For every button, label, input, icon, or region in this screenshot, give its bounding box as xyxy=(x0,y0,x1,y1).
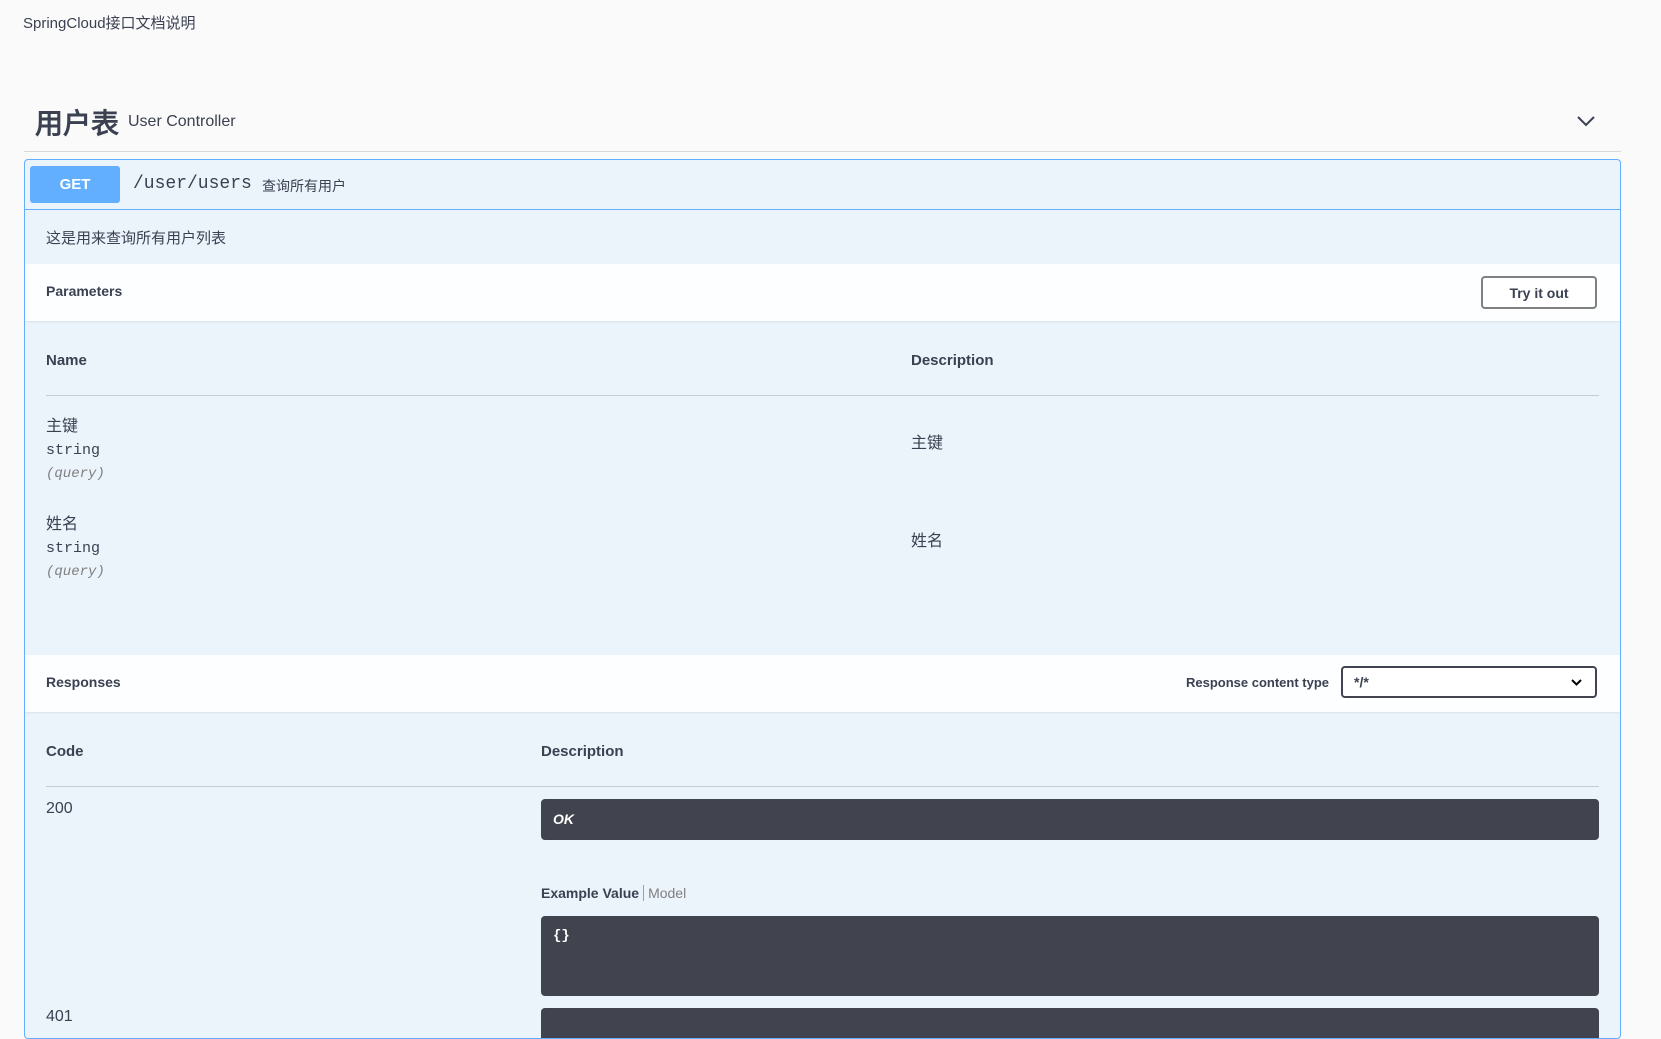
param-col-description: Description xyxy=(911,352,994,369)
chevron-down-icon xyxy=(1571,679,1582,686)
content-type-select[interactable]: */* xyxy=(1341,666,1597,698)
operation-summary-text: 查询所有用户 xyxy=(262,178,346,194)
content-type-label: Response content type xyxy=(1185,675,1329,690)
example-tabs: Example Value Model xyxy=(541,885,686,901)
operation-summary[interactable]: GET /user/users 查询所有用户 xyxy=(25,160,1620,210)
chevron-down-icon[interactable] xyxy=(1575,110,1597,132)
response-code: 401 xyxy=(46,1008,73,1025)
example-code: {} xyxy=(553,928,570,944)
param-name: 主键 xyxy=(46,418,79,435)
param-col-name: Name xyxy=(46,352,87,369)
tag-header[interactable]: 用户表 User Controller xyxy=(24,92,1621,152)
tab-example-value[interactable]: Example Value xyxy=(541,885,645,901)
response-description: OK xyxy=(553,811,574,827)
try-it-out-button[interactable]: Try it out xyxy=(1481,276,1597,309)
response-header-rule xyxy=(46,786,1599,787)
content-type-value: */* xyxy=(1354,674,1369,690)
response-code: 200 xyxy=(46,800,73,817)
response-description-box xyxy=(541,1008,1599,1038)
tab-model[interactable]: Model xyxy=(644,885,686,901)
operation-block: GET /user/users 查询所有用户 这是用来查询所有用户列表 Para… xyxy=(24,159,1621,1039)
responses-header: Responses Response content type */* xyxy=(25,655,1620,712)
tag-description: User Controller xyxy=(128,113,236,130)
example-code-block: {} xyxy=(541,916,1599,996)
response-col-description: Description xyxy=(541,743,624,760)
operation-description: 这是用来查询所有用户列表 xyxy=(46,230,227,247)
param-description: 姓名 xyxy=(911,533,944,550)
operation-path: /user/users xyxy=(133,174,252,194)
param-header-rule xyxy=(46,395,1599,396)
param-location: (query) xyxy=(46,564,105,580)
response-description-box: OK xyxy=(541,799,1599,840)
param-name: 姓名 xyxy=(46,516,79,533)
parameters-title: Parameters xyxy=(46,283,123,299)
method-badge: GET xyxy=(30,166,120,203)
param-location: (query) xyxy=(46,466,105,482)
param-type: string xyxy=(46,442,101,459)
param-type: string xyxy=(46,540,101,557)
param-description: 主键 xyxy=(911,435,944,452)
response-col-code: Code xyxy=(46,743,84,760)
parameters-header: Parameters Try it out xyxy=(25,264,1620,321)
page-subtitle: SpringCloud接口文档说明 xyxy=(23,15,196,32)
responses-title: Responses xyxy=(46,674,121,690)
tag-title: 用户表 xyxy=(35,108,120,139)
